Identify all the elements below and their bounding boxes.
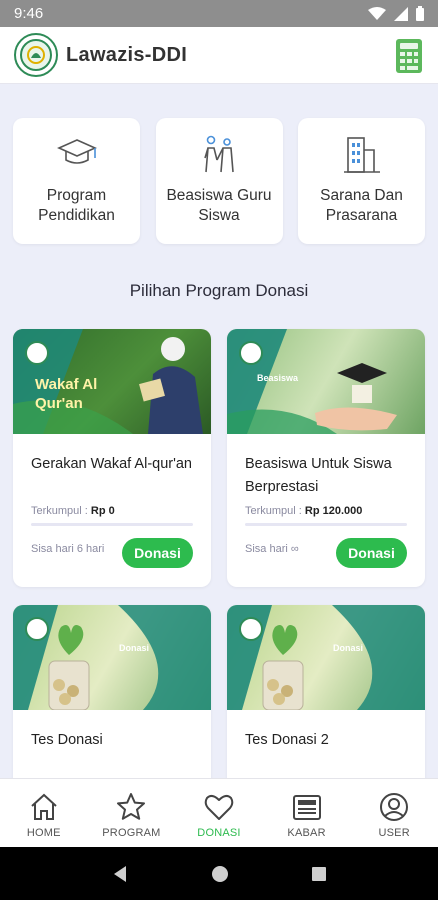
nav-label: HOME [26, 827, 61, 839]
program-remaining: Sisa hari 6 hari [31, 543, 105, 555]
program-banner-image: Wakaf Al Qur'an [13, 329, 211, 434]
category-label: Sarana Dan Prasarana [320, 187, 403, 224]
home-icon [31, 793, 57, 820]
program-banner-text: Donasi [119, 643, 150, 653]
status-time: 9:46 [14, 5, 44, 22]
app-title: Lawazis-DDI [66, 43, 188, 66]
category-row: Program Pendidikan Beasiswa Guru Siswa S… [13, 118, 425, 244]
program-logo-badge [239, 617, 263, 641]
nav-item-home[interactable]: HOME [4, 779, 84, 847]
app-logo [14, 33, 58, 77]
newspaper-icon [292, 795, 321, 820]
program-banner-text: Donasi [333, 643, 364, 653]
program-logo-badge [25, 617, 49, 641]
user-icon [380, 793, 409, 821]
star-icon [117, 793, 146, 820]
nav-label: USER [378, 827, 410, 839]
section-title: Pilihan Program Donasi [129, 281, 309, 300]
app-header: Lawazis-DDI [0, 27, 438, 84]
program-card-tes-donasi[interactable]: Donasi Tes Donasi [13, 605, 211, 778]
program-title: Tes Donasi 2 [245, 732, 329, 748]
program-collected: Terkumpul : Rp 120.000 [245, 505, 363, 517]
program-card-beasiswa[interactable]: Beasiswa Beasiswa Untuk Siswa Berprestas… [227, 329, 425, 587]
nav-label: PROGRAM [102, 827, 161, 839]
category-sarana-prasarana[interactable]: Sarana Dan Prasarana [298, 118, 425, 244]
program-banner-text: Wakaf Al Qur'an [35, 376, 98, 412]
program-card-tes-donasi-2[interactable]: Donasi Tes Donasi 2 [227, 605, 425, 778]
back-icon[interactable] [111, 865, 129, 883]
program-logo-badge [239, 341, 263, 365]
donate-button[interactable]: Donasi [336, 538, 407, 568]
program-collected: Terkumpul : Rp 0 [31, 505, 115, 517]
nav-item-donasi[interactable]: DONASI [179, 779, 259, 847]
program-banner-image: Donasi [13, 605, 211, 710]
status-bar: 9:46 [0, 0, 438, 27]
bottom-navigation: HOME PROGRAM DONASI KABAR USER [0, 778, 438, 847]
program-banner-image: Donasi [227, 605, 425, 710]
program-progress-bar [31, 523, 193, 526]
nav-item-program[interactable]: PROGRAM [91, 779, 171, 847]
program-collected-value: Rp 120.000 [304, 505, 363, 517]
donate-button[interactable]: Donasi [122, 538, 193, 568]
program-logo-badge [25, 341, 49, 365]
program-title: Tes Donasi [31, 732, 103, 748]
category-label: Beasiswa Guru Siswa [166, 187, 272, 224]
recents-icon[interactable] [311, 866, 327, 882]
system-navigation-bar [0, 847, 438, 900]
program-grid: Wakaf Al Qur'an Gerakan Wakaf Al-qur'an … [13, 329, 425, 778]
category-program-pendidikan[interactable]: Program Pendidikan [13, 118, 140, 244]
calculator-icon [396, 39, 422, 73]
program-collected-value: Rp 0 [90, 505, 115, 517]
nav-label: DONASI [197, 827, 241, 839]
nav-label: KABAR [287, 827, 326, 839]
program-banner-text: Beasiswa [257, 373, 299, 383]
teacher-student-icon [204, 135, 234, 173]
nav-item-user[interactable]: USER [354, 779, 434, 847]
signal-icon [394, 6, 408, 21]
status-icons [368, 6, 424, 21]
home-circle-icon[interactable] [211, 865, 229, 883]
program-card-wakaf[interactable]: Wakaf Al Qur'an Gerakan Wakaf Al-qur'an … [13, 329, 211, 587]
graduation-cap-icon [56, 139, 97, 164]
program-title: Gerakan Wakaf Al-qur'an [31, 456, 193, 472]
program-remaining: Sisa hari ∞ [245, 543, 299, 555]
nav-item-kabar[interactable]: KABAR [267, 779, 347, 847]
wifi-icon [368, 6, 386, 20]
battery-icon [416, 6, 424, 21]
heart-icon [204, 794, 234, 820]
main-content[interactable]: Program Pendidikan Beasiswa Guru Siswa S… [0, 84, 438, 778]
category-beasiswa-guru-siswa[interactable]: Beasiswa Guru Siswa [155, 118, 283, 244]
program-progress-bar [245, 523, 407, 526]
program-title: Beasiswa Untuk Siswa Berprestasi [245, 456, 392, 495]
category-label: Program Pendidikan [38, 187, 115, 224]
program-banner-image: Beasiswa [227, 329, 425, 434]
calculator-button[interactable] [394, 38, 424, 74]
building-icon [343, 137, 380, 173]
